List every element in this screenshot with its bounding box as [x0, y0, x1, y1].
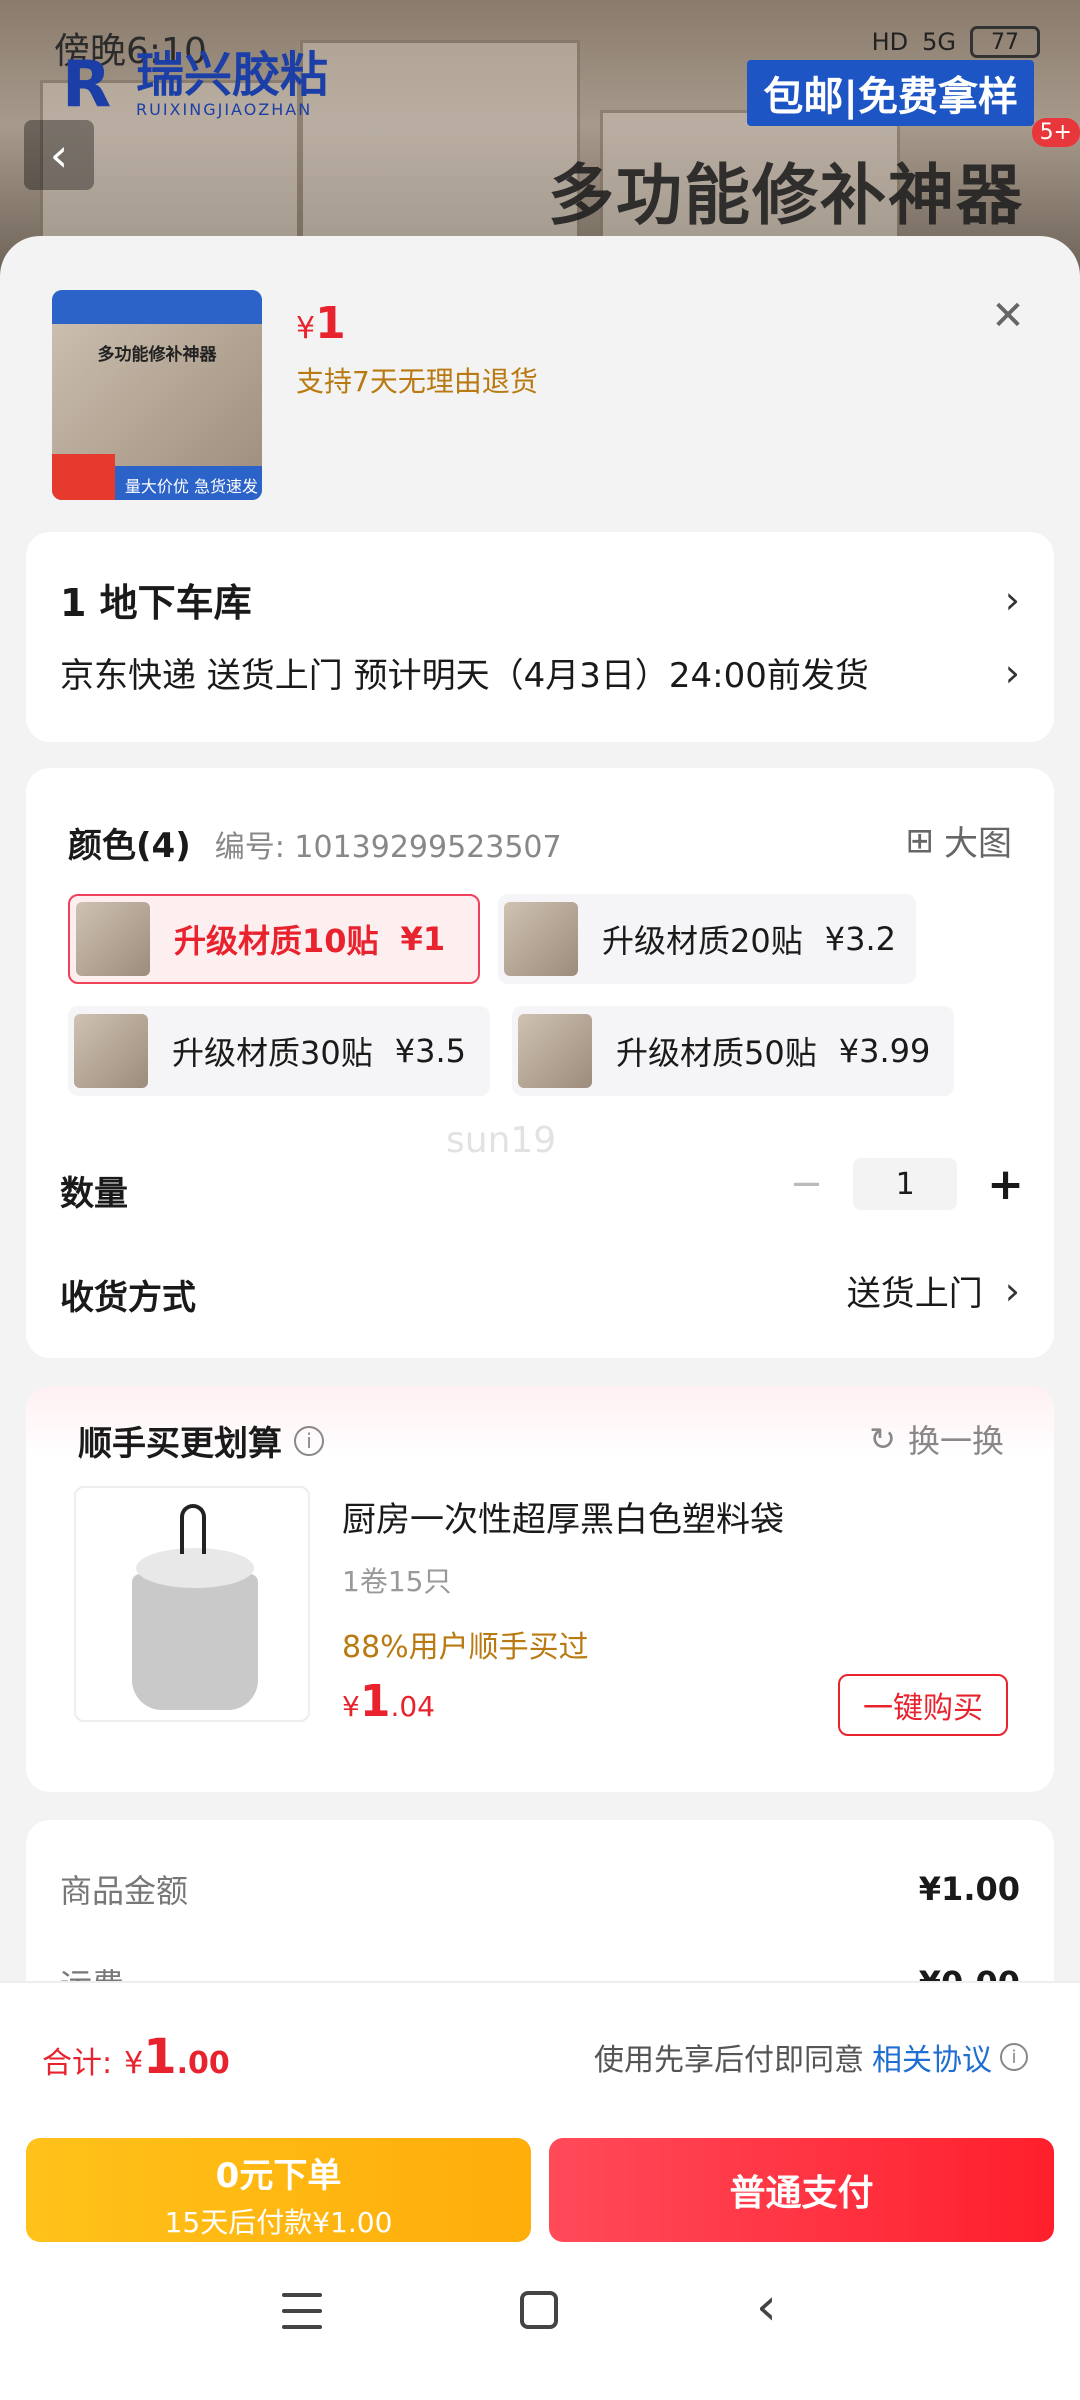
back-button[interactable]: ‹	[24, 120, 94, 190]
delivery-row[interactable]: 京东快递 送货上门 预计明天（4月3日）24:00前发货 ›	[60, 648, 1020, 697]
battery-icon: 77	[970, 26, 1040, 58]
shipping-selector[interactable]: 送货上门 ›	[847, 1266, 1020, 1315]
thumb-bottom-label: 量大价优 急货速发	[124, 477, 258, 496]
color-option-3[interactable]: 升级材质30贴 ¥3.5	[68, 1006, 490, 1096]
product-price: ¥ 1	[296, 298, 346, 349]
addon-title: 顺手买更划算	[78, 1424, 282, 1464]
bag-tie-shape	[180, 1504, 206, 1554]
info-icon[interactable]: i	[1000, 2043, 1028, 2071]
color-option-2[interactable]: 升级材质20贴 ¥3.2	[498, 894, 916, 984]
quantity-label: 数量	[60, 1174, 128, 1214]
product-thumbnail: 多功能修补神器 量大价优 急货速发	[52, 290, 262, 500]
option-thumb	[76, 902, 150, 976]
agreement-link[interactable]: 相关协议	[872, 2035, 992, 2079]
pay-later-sub: 15天后付款¥1.00	[164, 2206, 393, 2239]
thumb-title: 多功能修补神器	[97, 345, 217, 366]
home-icon[interactable]	[520, 2291, 558, 2329]
goods-amount-row: 商品金额 ¥1.00	[60, 1866, 1020, 1912]
addon-name[interactable]: 厨房一次性超厚黑白色塑料袋	[342, 1492, 784, 1541]
pay-later-title: 0元下单	[215, 2156, 342, 2196]
menu-icon[interactable]	[282, 2293, 322, 2329]
bag-top-shape	[136, 1548, 254, 1588]
return-policy: 支持7天无理由退货	[296, 365, 538, 398]
chevron-right-icon: ›	[1004, 577, 1020, 622]
total-amount: 合计: ¥ 1 .00	[42, 2029, 230, 2085]
brand-en: RUIXINGJIAOZHAN	[136, 100, 313, 119]
chevron-right-icon: ›	[1004, 1268, 1020, 1313]
spec-card: 颜色(4) 编号: 10139299523507 ⊞ 大图 升级材质10贴 ¥1…	[26, 768, 1054, 1358]
color-option-4[interactable]: 升级材质50贴 ¥3.99	[512, 1006, 954, 1096]
addon-stat: 88%用户顺手买过	[342, 1630, 589, 1665]
addon-price: ¥ 1 .04	[342, 1676, 435, 1727]
addon-header: 顺手买更划算 i	[78, 1416, 324, 1465]
divider	[0, 1981, 1080, 1983]
normal-pay-button[interactable]: 普通支付	[549, 2138, 1054, 2242]
color-title: 颜色(4)	[68, 826, 191, 866]
watermark: sun19	[446, 1120, 557, 1161]
refresh-button[interactable]: ↻ 换一换	[869, 1416, 1004, 1462]
brand-cn: 瑞兴胶粘	[136, 47, 329, 103]
quantity-input[interactable]: 1	[853, 1158, 958, 1210]
goods-amount-label: 商品金额	[60, 1872, 189, 1910]
close-icon[interactable]: ✕	[984, 292, 1032, 340]
agreement-notice: 使用先享后付即同意 相关协议 i	[594, 2035, 1028, 2079]
agreement-prefix: 使用先享后付即同意	[594, 2043, 864, 2078]
shipping-value: 送货上门	[846, 1274, 983, 1314]
address-row[interactable]: 1 地下车库 ›	[60, 572, 1020, 627]
addon-spec: 1卷15只	[342, 1565, 452, 1598]
one-click-buy-button[interactable]: 一键购买	[838, 1674, 1008, 1736]
chevron-right-icon: ›	[1004, 650, 1020, 695]
brand-r-icon: R	[62, 47, 112, 122]
status-icons: HD 5G 77	[872, 26, 1040, 58]
trash-can-shape	[132, 1574, 258, 1710]
minus-button[interactable]: −	[790, 1161, 824, 1207]
address-name: 1 地下车库	[60, 581, 252, 625]
shipping-label: 收货方式	[60, 1278, 196, 1318]
item-code: 编号: 10139299523507	[214, 830, 562, 865]
checkout-footer: 合计: ¥ 1 .00 使用先享后付即同意 相关协议 i 0元下单 15天后付款…	[0, 1981, 1080, 2400]
total-label: 合计:	[42, 2046, 113, 2081]
signal-icon: 5G	[922, 28, 956, 56]
option-thumb	[518, 1014, 592, 1088]
cart-badge: 5+	[1031, 118, 1080, 147]
thumb-top-strip	[52, 290, 262, 324]
banner-tags: 包邮|免费拿样	[747, 60, 1034, 126]
brand-logo: R 瑞兴胶粘 RUIXINGJIAOZHAN	[62, 50, 328, 119]
pay-later-button[interactable]: 0元下单 15天后付款¥1.00	[26, 2138, 531, 2242]
goods-amount-value: ¥1.00	[918, 1870, 1020, 1908]
delivery-text: 京东快递 送货上门 预计明天（4月3日）24:00前发货	[60, 656, 869, 696]
back-nav-icon[interactable]: ‹	[756, 2281, 777, 2333]
addon-thumbnail[interactable]	[74, 1486, 310, 1722]
color-option-1[interactable]: 升级材质10贴 ¥1	[68, 894, 480, 984]
refresh-label: 换一换	[907, 1422, 1004, 1460]
info-icon[interactable]: i	[294, 1425, 324, 1456]
address-card[interactable]: 1 地下车库 › 京东快递 送货上门 预计明天（4月3日）24:00前发货 ›	[26, 532, 1054, 742]
option-thumb	[504, 902, 578, 976]
big-image-button[interactable]: ⊞ 大图	[906, 816, 1013, 865]
big-image-label: 大图	[944, 824, 1012, 864]
hd-icon: HD	[871, 28, 909, 56]
banner-headline: 多功能修补神器	[548, 157, 1024, 234]
refresh-icon: ↻	[869, 1420, 896, 1458]
thumb-red-tag	[52, 453, 115, 500]
plus-button[interactable]: +	[987, 1159, 1024, 1210]
color-header: 颜色(4) 编号: 10139299523507	[68, 818, 562, 867]
addon-card: 顺手买更划算 i ↻ 换一换 厨房一次性超厚黑白色塑料袋 1卷15只 88%用户…	[26, 1386, 1054, 1792]
quantity-stepper: − 1 +	[790, 1158, 1024, 1210]
grid-icon: ⊞	[905, 820, 935, 861]
option-thumb	[74, 1014, 148, 1088]
